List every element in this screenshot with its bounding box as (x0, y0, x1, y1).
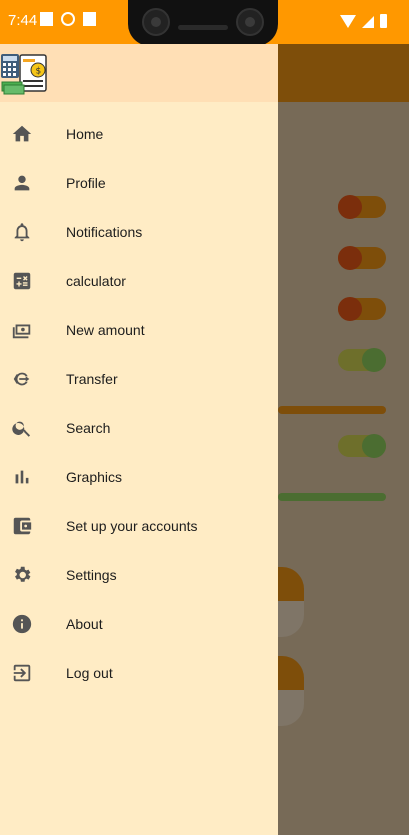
menu-item-label: Log out (66, 665, 113, 681)
toggle-switch[interactable] (338, 348, 386, 372)
speaker-grille (178, 25, 228, 30)
signal-icon (362, 16, 374, 28)
menu-item-label: Home (66, 126, 104, 142)
menu-item-label: Graphics (66, 469, 123, 485)
bar-chart-icon (10, 465, 34, 489)
gear-icon (10, 563, 34, 587)
menu-item-label: calculator (66, 273, 126, 289)
wifi-icon (340, 15, 356, 28)
menu-item-profile[interactable]: Profile (0, 159, 278, 208)
settings-icon (61, 12, 75, 26)
camera-icon (236, 8, 264, 36)
home-icon (10, 122, 34, 146)
info-icon (10, 612, 34, 636)
menu-item-label: Set up your accounts (66, 518, 198, 534)
drawer-header: $ (0, 44, 278, 102)
svg-text:$: $ (36, 67, 42, 77)
menu-item-label: Profile (66, 175, 106, 191)
transfer-icon (10, 367, 34, 391)
camera-notch (128, 0, 278, 46)
menu-item-label: About (66, 616, 103, 632)
menu-item-search[interactable]: Search (0, 404, 278, 453)
menu-item-label: Settings (66, 567, 117, 583)
menu-item-logout[interactable]: Log out (0, 649, 278, 698)
status-time: 7:44 (8, 12, 38, 29)
sd-card-icon (83, 12, 96, 26)
finance-app-logo: $ (1, 54, 47, 95)
toggle-switch[interactable] (338, 297, 386, 321)
wallet-icon (10, 514, 34, 538)
calculator-icon (10, 269, 34, 293)
menu-item-label: Transfer (66, 371, 118, 387)
menu-item-new-amount[interactable]: New amount (0, 306, 278, 355)
menu-item-graphics[interactable]: Graphics (0, 453, 278, 502)
menu-item-transfer[interactable]: Transfer (0, 355, 278, 404)
search-icon (10, 416, 34, 440)
progress-bar (278, 406, 386, 414)
logout-icon (10, 661, 34, 685)
toggle-switch[interactable] (338, 246, 386, 270)
toggle-switch[interactable] (338, 434, 386, 458)
menu-item-notifications[interactable]: Notifications (0, 208, 278, 257)
navigation-drawer: $ Home Profile Notifications calculator … (0, 44, 278, 835)
person-icon (10, 171, 34, 195)
toggle-switch[interactable] (338, 195, 386, 219)
menu-item-about[interactable]: About (0, 600, 278, 649)
menu-item-settings[interactable]: Settings (0, 551, 278, 600)
menu-item-label: New amount (66, 322, 145, 338)
drawer-menu: Home Profile Notifications calculator Ne… (0, 110, 278, 698)
status-bar: 7:44 (0, 0, 409, 46)
progress-bar (278, 493, 386, 501)
camera-icon (142, 8, 170, 36)
menu-item-setup-accounts[interactable]: Set up your accounts (0, 502, 278, 551)
battery-icon (380, 14, 387, 28)
menu-item-home[interactable]: Home (0, 110, 278, 159)
menu-item-label: Notifications (66, 224, 143, 240)
menu-item-label: Search (66, 420, 111, 436)
menu-item-calculator[interactable]: calculator (0, 257, 278, 306)
money-icon (10, 318, 34, 342)
notification-icon (40, 12, 53, 26)
bell-icon (10, 220, 34, 244)
